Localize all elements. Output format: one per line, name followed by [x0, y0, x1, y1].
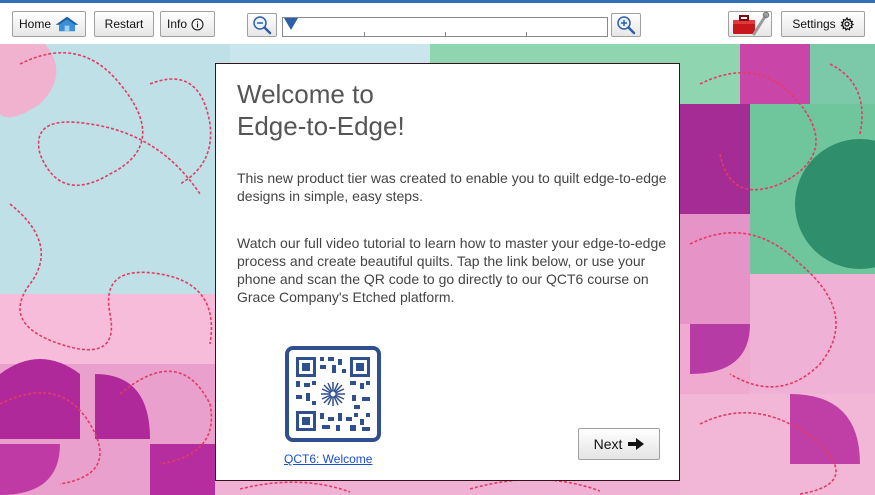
gear-icon	[840, 17, 854, 31]
info-button[interactable]: Info	[160, 11, 215, 37]
restart-label: Restart	[104, 17, 144, 31]
settings-button[interactable]: Settings	[781, 11, 865, 37]
dialog-title-line2: Edge-to-Edge!	[237, 111, 405, 141]
restart-button[interactable]: Restart	[94, 11, 154, 37]
toolbox-button[interactable]	[728, 11, 772, 37]
house-icon	[55, 16, 79, 32]
next-label: Next	[593, 436, 623, 452]
home-label: Home	[19, 17, 52, 31]
dialog-title-line1: Welcome to	[237, 79, 374, 109]
zoom-out-icon	[253, 16, 272, 35]
dialog-intro-text: This new product tier was created to ena…	[237, 170, 667, 204]
qr-code	[285, 346, 381, 442]
zoom-in-icon	[617, 16, 636, 35]
welcome-dialog: Welcome to Edge-to-Edge! This new produc…	[215, 63, 680, 481]
qct6-welcome-link[interactable]: QCT6: Welcome	[284, 452, 372, 466]
zoom-in-button[interactable]	[611, 13, 641, 37]
info-icon	[191, 18, 204, 30]
toolbox-icon	[733, 12, 770, 36]
zoom-out-button[interactable]	[247, 13, 277, 37]
arrow-right-icon	[628, 438, 645, 450]
zoom-slider[interactable]	[282, 17, 608, 37]
dialog-tutorial-text: Watch our full video tutorial to learn h…	[237, 235, 667, 305]
info-label: Info	[167, 17, 188, 31]
next-button[interactable]: Next	[578, 428, 660, 460]
settings-label: Settings	[792, 17, 836, 31]
zoom-slider-thumb[interactable]	[284, 18, 298, 30]
dialog-title: Welcome to Edge-to-Edge!	[237, 78, 657, 142]
top-toolbar: Home Restart Info Settings	[0, 0, 875, 44]
qr-code-icon	[294, 355, 372, 433]
home-button[interactable]: Home	[12, 11, 86, 37]
